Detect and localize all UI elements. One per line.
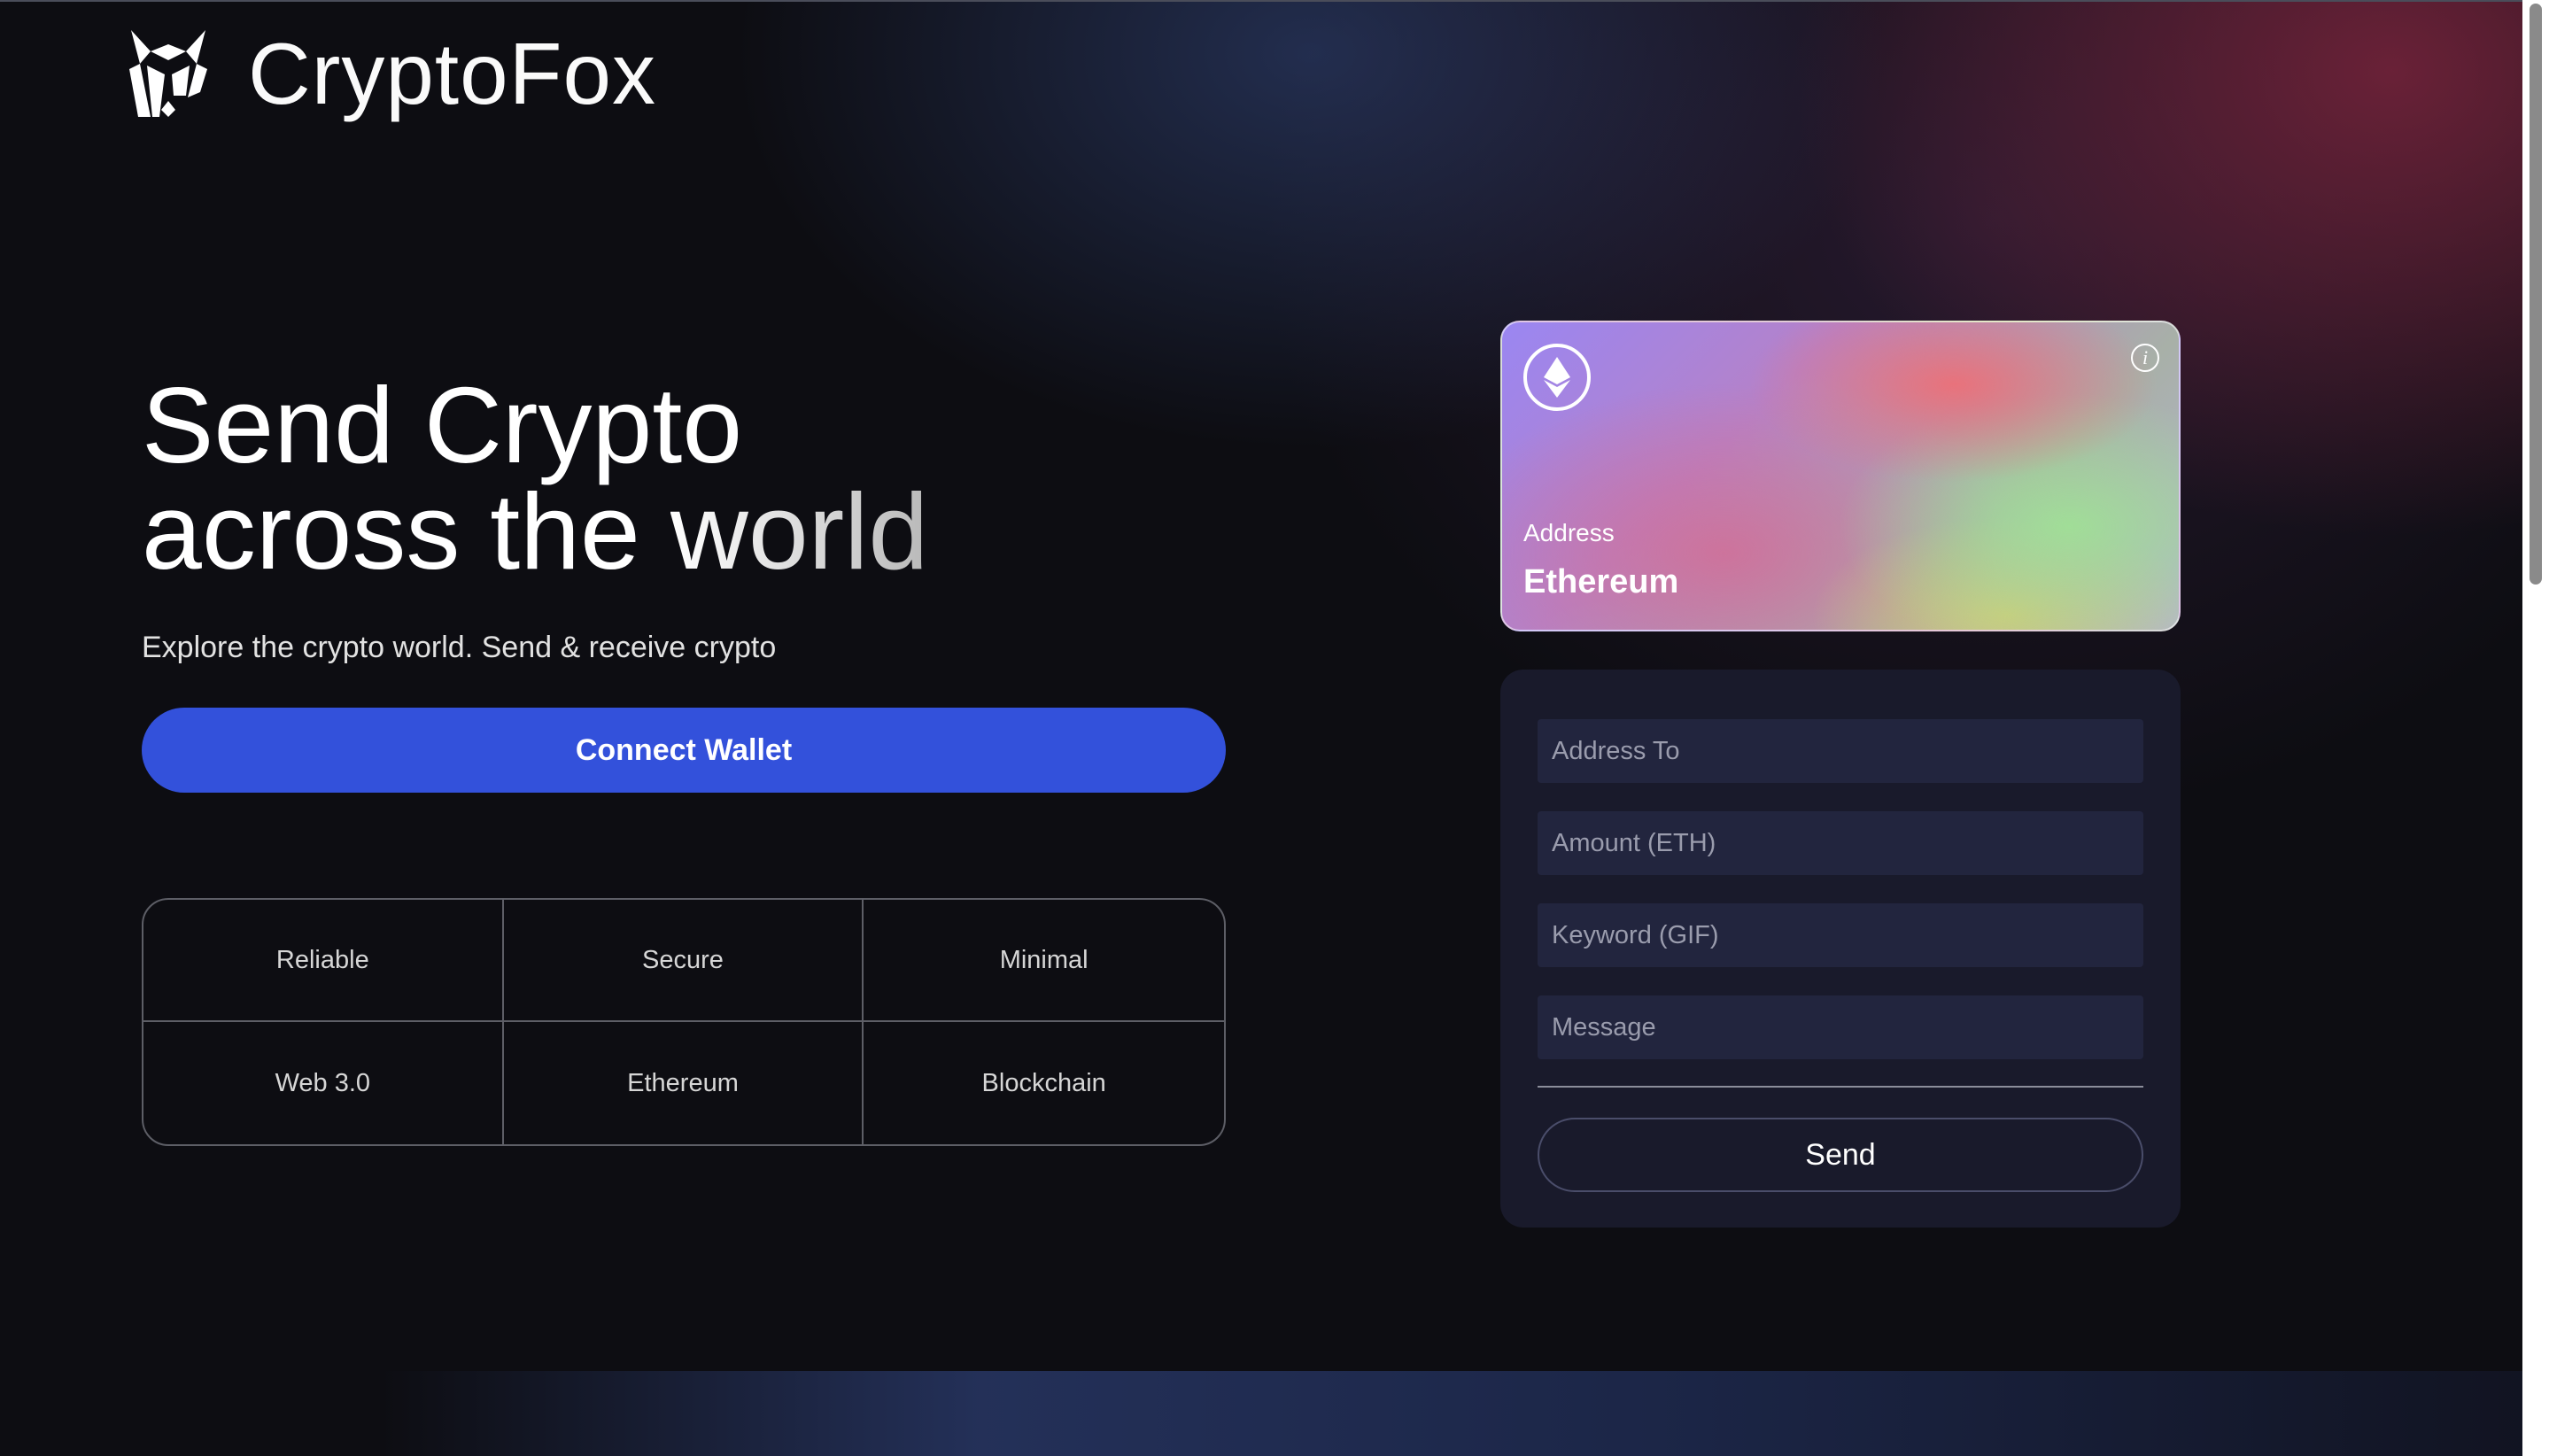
brand-header[interactable]: CryptoFox [124, 25, 656, 122]
feature-blockchain: Blockchain [981, 1068, 1106, 1097]
amount-input[interactable] [1538, 811, 2143, 875]
feature-reliable: Reliable [143, 900, 504, 1022]
send-button[interactable]: Send [1538, 1118, 2143, 1192]
hero-title-accent: world [670, 471, 929, 592]
hero-title: Send Crypto across the world [142, 365, 928, 585]
info-icon[interactable]: i [2131, 344, 2159, 372]
feature-web3: Web 3.0 [143, 1022, 504, 1144]
connect-wallet-button[interactable]: Connect Wallet [142, 708, 1226, 793]
top-border [0, 0, 2522, 2]
hero-subtitle: Explore the crypto world. Send & receive… [142, 631, 777, 664]
feature-minimal: Minimal [864, 900, 1224, 1022]
card-address-label: Address [1523, 519, 1615, 546]
message-input[interactable] [1538, 995, 2143, 1059]
bottom-gradient-band [381, 1371, 2522, 1456]
vertical-scrollbar[interactable] [2522, 0, 2549, 1456]
fox-logo-icon [129, 30, 207, 117]
send-form: Send [1500, 670, 2181, 1228]
hero-title-plain: across the [142, 471, 670, 592]
feature-ethereum: Ethereum [504, 1022, 864, 1144]
scrollbar-thumb[interactable] [2530, 4, 2542, 585]
address-to-input[interactable] [1538, 719, 2143, 783]
ethereum-icon [1523, 344, 1591, 411]
features-grid: Reliable Secure Minimal Web 3.0 Ethereum… [142, 898, 1226, 1146]
hero-title-line-2: across the world [142, 477, 928, 585]
keyword-input[interactable] [1538, 903, 2143, 967]
brand-name: CryptoFox [248, 25, 657, 122]
form-divider [1538, 1086, 2143, 1088]
feature-secure: Secure [503, 900, 864, 1022]
card-network-name: Ethereum [1523, 563, 1679, 600]
hero-title-line-1: Send Crypto [142, 365, 743, 485]
ethereum-diamond-icon [1544, 357, 1570, 398]
ethereum-card: i Address Ethereum [1500, 321, 2181, 631]
